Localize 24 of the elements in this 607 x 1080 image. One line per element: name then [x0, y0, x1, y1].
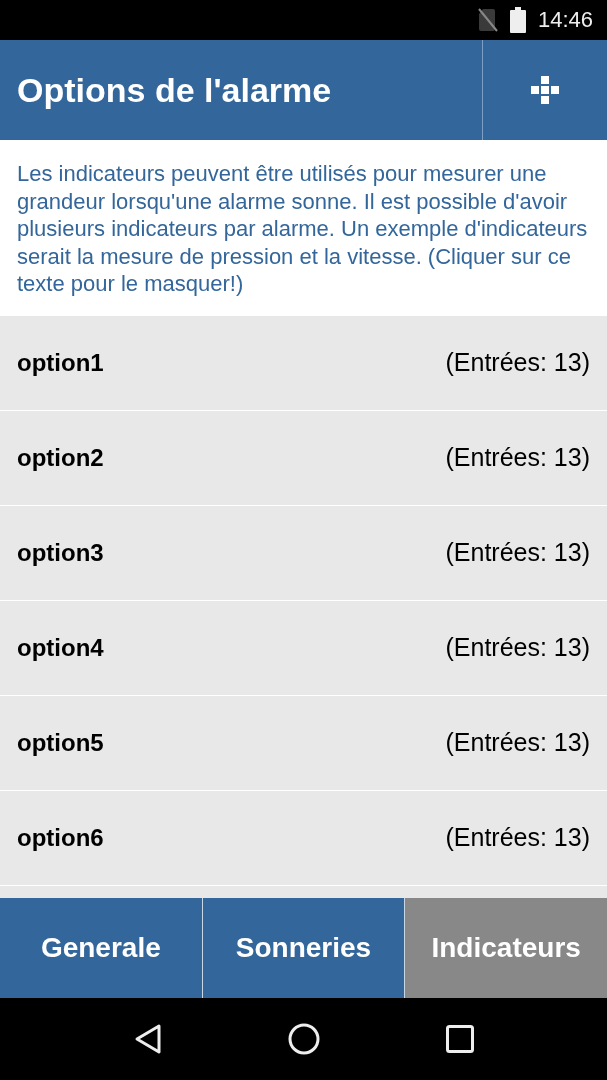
- header-title: Options de l'alarme: [17, 73, 332, 107]
- tab[interactable]: Indicateurs: [405, 898, 607, 998]
- tab[interactable]: Sonneries: [202, 898, 405, 998]
- option-entries: (Entrées: 13): [445, 631, 590, 663]
- option-name: option4: [17, 632, 104, 663]
- no-sim-icon: [477, 8, 498, 32]
- back-icon[interactable]: [133, 1023, 162, 1055]
- tab[interactable]: Generale: [0, 898, 202, 998]
- recents-icon[interactable]: [445, 1025, 474, 1053]
- status-time: 14:46: [537, 9, 593, 31]
- option-entries: (Entrées: 13): [445, 536, 590, 568]
- option-name: option2: [17, 442, 104, 473]
- option-name: option3: [17, 537, 104, 568]
- option-entries: (Entrées: 13): [445, 726, 590, 758]
- plus-icon: [531, 76, 559, 104]
- battery-icon: [509, 7, 526, 33]
- home-icon[interactable]: [287, 1023, 320, 1055]
- option-entries: (Entrées: 13): [445, 346, 590, 378]
- option-name: option1: [17, 347, 104, 378]
- option-name: option6: [17, 822, 104, 853]
- option-entries: (Entrées: 13): [445, 821, 590, 853]
- option-name: option5: [17, 727, 104, 758]
- info-text[interactable]: Les indicateurs peuvent être utilisés pour mesurer une grandeur lorsqu'une alarme sonne. Il est possible d'avoir plusieurs indicateurs par alarme. Un exemple d'indicateurs serait la mesure de pression et la vitesse. (Cliquer sur ce texte pour le masquer!): [17, 160, 597, 298]
- option-entries: (Entrées: 13): [445, 441, 590, 473]
